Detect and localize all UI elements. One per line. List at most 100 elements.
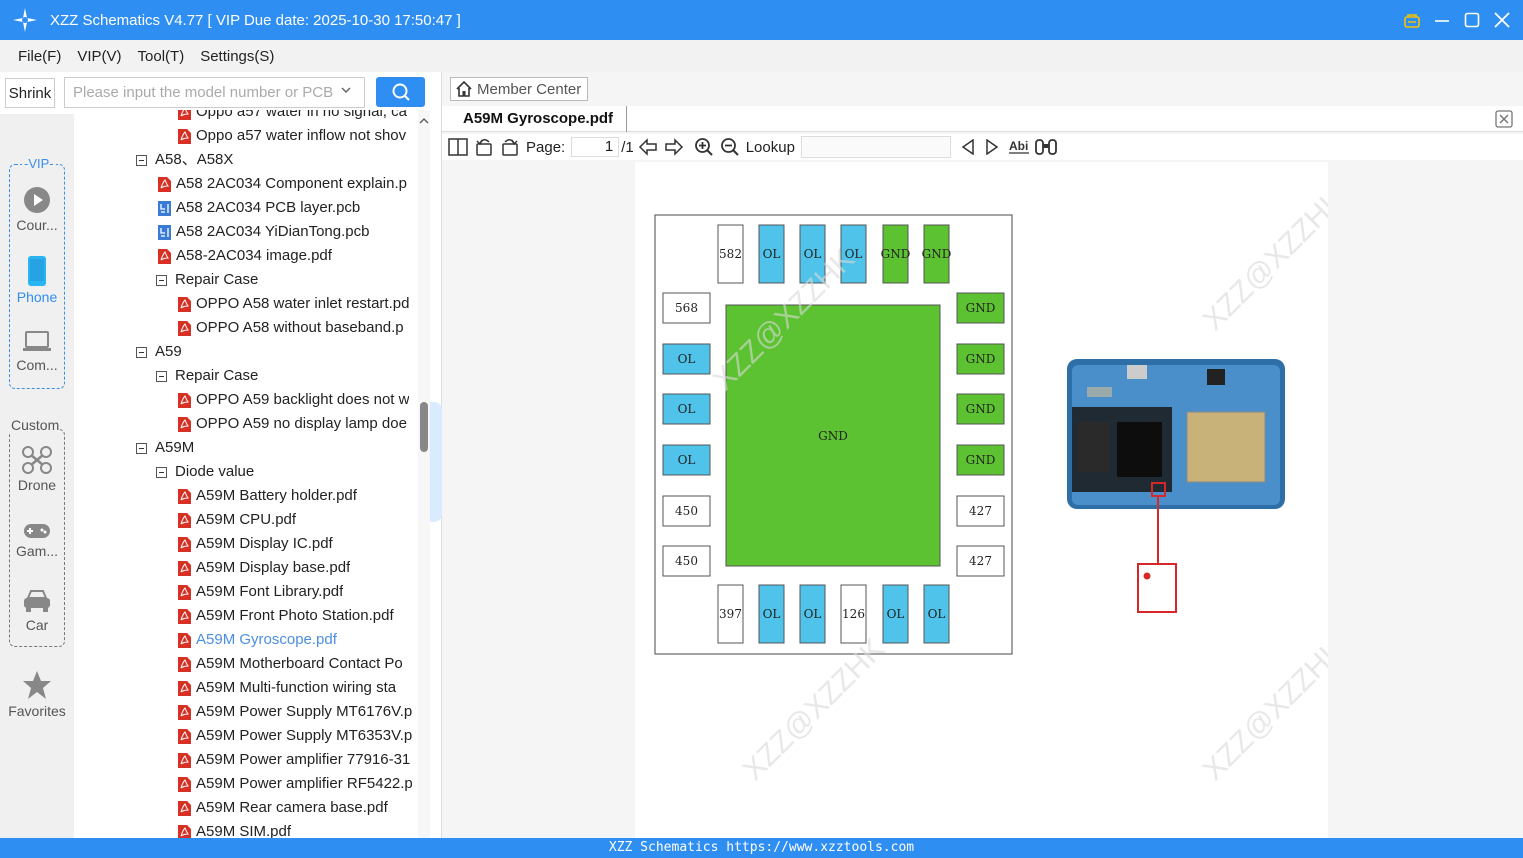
tree-file[interactable]: A59M Motherboard Contact Po: [178, 652, 418, 676]
menu-file[interactable]: File(F): [18, 48, 61, 65]
close-tab-icon[interactable]: [1495, 110, 1513, 128]
menu-tool[interactable]: Tool(T): [138, 48, 185, 65]
pin-value: 568: [675, 301, 698, 315]
tree-item-label: A59M Display IC.pdf: [196, 535, 333, 552]
tree-file[interactable]: A59M Power Supply MT6353V.p: [178, 724, 418, 748]
tree-item-label: A58 2AC034 Component explain.p: [176, 175, 407, 192]
tree-file[interactable]: A59M Battery holder.pdf: [178, 484, 418, 508]
find-prev-icon[interactable]: [961, 139, 975, 155]
category-computer[interactable]: Com...: [0, 330, 74, 373]
tree-file[interactable]: A59M Display IC.pdf: [178, 532, 418, 556]
match-case-icon[interactable]: Abi: [1008, 138, 1029, 156]
scroll-up-icon[interactable]: [418, 116, 430, 126]
tree-file[interactable]: A59M Power Supply MT6176V.p: [178, 700, 418, 724]
category-car[interactable]: Car: [0, 588, 74, 633]
tab-a59m-gyroscope[interactable]: A59M Gyroscope.pdf: [450, 106, 627, 132]
collapse-toggle-icon[interactable]: [156, 274, 167, 286]
tree-folder[interactable]: Repair Case: [156, 268, 418, 292]
menu-settings[interactable]: Settings(S): [200, 48, 274, 65]
pin-value: OL: [763, 607, 781, 621]
window-title: XZZ Schematics V4.77 [ VIP Due date: 202…: [50, 11, 461, 29]
tree-scrollbar[interactable]: [418, 110, 430, 838]
home-icon: [456, 80, 472, 97]
shrink-button[interactable]: Shrink: [5, 78, 55, 108]
category-drone[interactable]: Drone: [0, 446, 74, 493]
find-next-icon[interactable]: [985, 139, 999, 155]
tree-scroll-thumb[interactable]: [420, 402, 428, 452]
tree-folder[interactable]: Diode value: [156, 460, 418, 484]
sidebar-toggle-icon[interactable]: [448, 138, 468, 156]
search-input[interactable]: [64, 77, 365, 108]
chevron-down-icon[interactable]: [341, 85, 351, 95]
tree-file[interactable]: A59M Power amplifier 77916-31: [178, 748, 418, 772]
favorites-button[interactable]: Favorites: [0, 670, 74, 719]
maximize-icon[interactable]: [1463, 11, 1481, 29]
tree-file[interactable]: OPPO A59 no display lamp doe: [178, 412, 418, 436]
tree-item-label: A59M Power amplifier 77916-31: [196, 751, 411, 768]
tree-file[interactable]: OPPO A58 without baseband.p: [178, 316, 418, 340]
page-input[interactable]: 1: [571, 137, 620, 157]
zoom-in-icon[interactable]: [694, 137, 714, 157]
tree-file[interactable]: A58 2AC034 PCB layer.pcb: [158, 196, 418, 220]
tree-file[interactable]: A58 2AC034 YiDianTong.pcb: [158, 220, 418, 244]
tree-file[interactable]: A59M Power amplifier RF5422.p: [178, 772, 418, 796]
pdf-file-icon: [178, 656, 196, 672]
tree-file[interactable]: A58-2AC034 image.pdf: [158, 244, 418, 268]
watermark: XZZ@XZZHK: [737, 632, 891, 786]
minimize-icon[interactable]: [1433, 11, 1451, 29]
prev-page-icon[interactable]: [638, 138, 658, 156]
category-courses[interactable]: Cour...: [0, 186, 74, 233]
panel-collapse-handle[interactable]: [430, 402, 442, 522]
tree-folder[interactable]: A59M: [136, 436, 418, 460]
tree-file[interactable]: OPPO A59 backlight does not w: [178, 388, 418, 412]
pdf-file-icon: [178, 416, 196, 432]
search-button[interactable]: [376, 77, 425, 107]
collapse-toggle-icon[interactable]: [156, 466, 167, 478]
rotate-right-icon[interactable]: [500, 137, 520, 157]
collapse-toggle-icon[interactable]: [156, 370, 167, 382]
collapse-toggle-icon[interactable]: [136, 154, 147, 166]
rotate-left-icon[interactable]: [474, 137, 494, 157]
menu-vip[interactable]: VIP(V): [77, 48, 121, 65]
zoom-out-icon[interactable]: [720, 137, 740, 157]
next-page-icon[interactable]: [664, 138, 684, 156]
watermark: XZZ@XZZHK: [1197, 632, 1328, 786]
pin1-box: [1137, 563, 1177, 613]
collapse-toggle-icon[interactable]: [136, 442, 147, 454]
tree-file[interactable]: A59M Multi-function wiring sta: [178, 676, 418, 700]
pdf-file-icon: [178, 320, 196, 336]
category-game[interactable]: Gam...: [0, 522, 74, 559]
pin-value: 427: [969, 554, 992, 568]
tree-folder[interactable]: A59: [136, 340, 418, 364]
tree-file[interactable]: Oppo a57 water in no signal, ca: [178, 110, 418, 124]
tree-file[interactable]: A58 2AC034 Component explain.p: [158, 172, 418, 196]
close-icon[interactable]: [1493, 11, 1511, 29]
tree-file[interactable]: OPPO A58 water inlet restart.pd: [178, 292, 418, 316]
tree-file[interactable]: A59M SIM.pdf: [178, 820, 418, 838]
binoculars-icon[interactable]: [1035, 138, 1057, 156]
tree-file[interactable]: A59M Font Library.pdf: [178, 580, 418, 604]
lookup-input[interactable]: [800, 136, 951, 158]
category-phone[interactable]: Phone: [0, 256, 74, 305]
tree-file[interactable]: Oppo a57 water inflow not shov: [178, 124, 418, 148]
tree-item-label: OPPO A59 backlight does not w: [196, 391, 410, 408]
pdf-file-icon: [178, 824, 196, 838]
vip-lock-icon[interactable]: [1403, 11, 1421, 29]
tree-item-label: A59M SIM.pdf: [196, 823, 292, 838]
member-center-button[interactable]: Member Center: [450, 77, 589, 101]
pdf-file-icon: [178, 296, 196, 312]
tree-file[interactable]: A59M CPU.pdf: [178, 508, 418, 532]
tree-folder[interactable]: Repair Case: [156, 364, 418, 388]
tree-file[interactable]: A59M Gyroscope.pdf: [178, 628, 418, 652]
tree-item-label: A59M: [155, 439, 195, 456]
tree-folder[interactable]: A58、A58X: [136, 148, 418, 172]
tree-file[interactable]: A59M Front Photo Station.pdf: [178, 604, 418, 628]
pdf-file-icon: [178, 560, 196, 576]
pin-value: GND: [922, 247, 952, 261]
tree-file[interactable]: A59M Display base.pdf: [178, 556, 418, 580]
tree-file[interactable]: A59M Rear camera base.pdf: [178, 796, 418, 820]
star-icon: [23, 671, 51, 699]
board-sim-tray: [1186, 411, 1266, 483]
pin1-dot: [1143, 572, 1151, 580]
collapse-toggle-icon[interactable]: [136, 346, 147, 358]
